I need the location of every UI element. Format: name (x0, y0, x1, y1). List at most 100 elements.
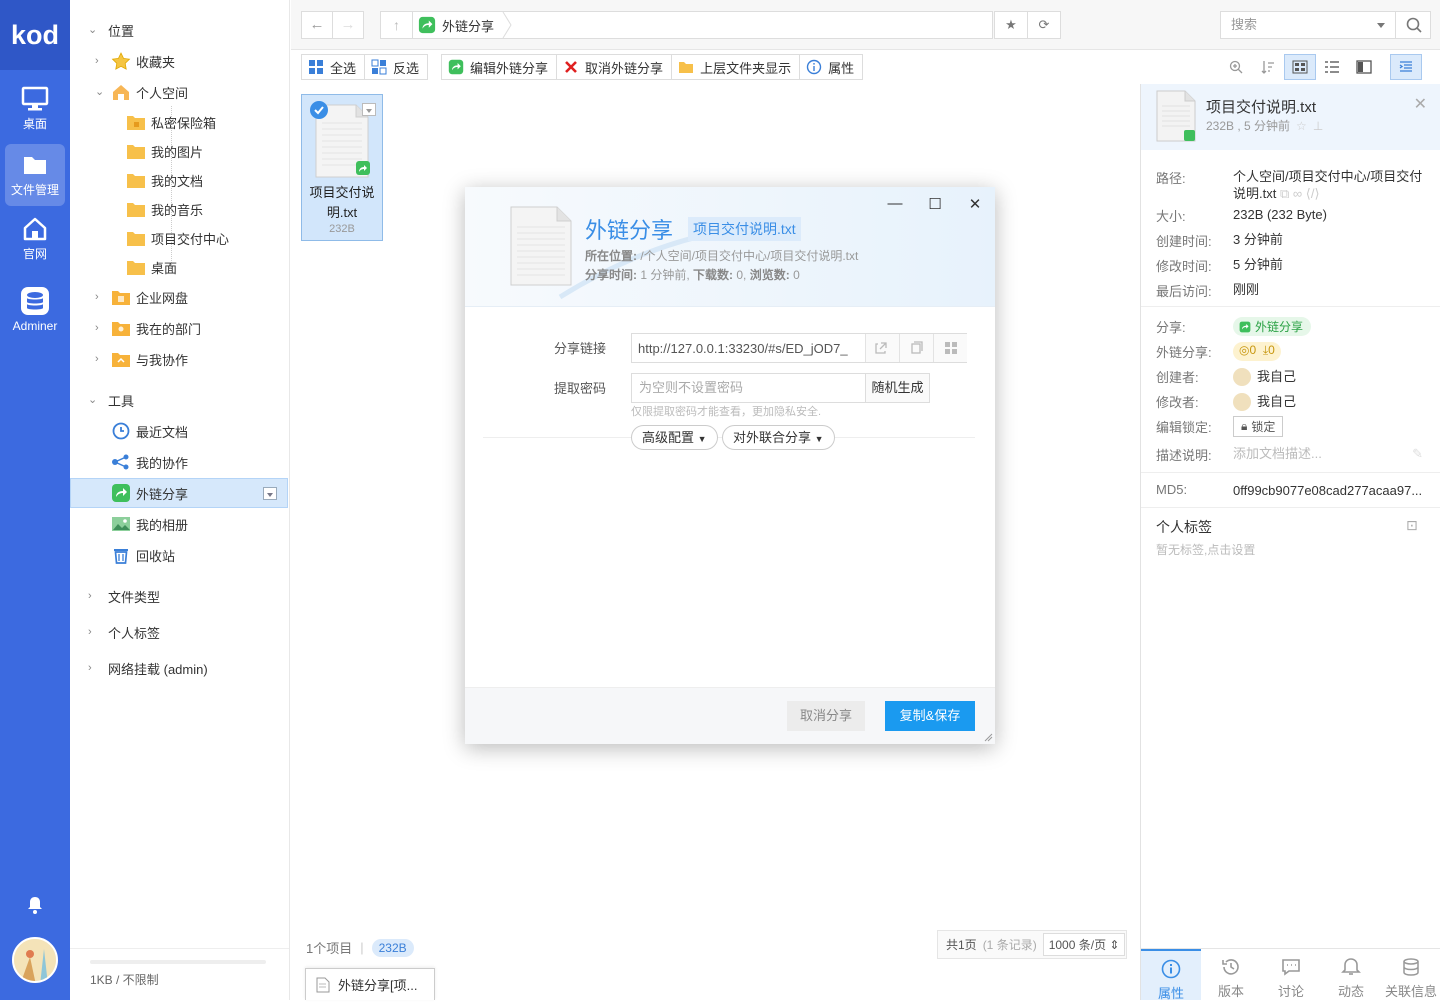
view-list-button[interactable] (1316, 54, 1348, 80)
copy-icon (911, 341, 923, 354)
tree-header-file-types[interactable]: › 文件类型 (70, 581, 288, 611)
open-link-button[interactable] (865, 334, 899, 362)
federated-share-button[interactable]: 对外联合分享 ▼ (722, 425, 835, 450)
zoom-button[interactable] (1220, 54, 1252, 80)
tree-header-location[interactable]: ⌄ 位置 (70, 15, 288, 45)
toggle-panel-button[interactable] (1390, 54, 1422, 80)
forward-button[interactable]: → (332, 11, 364, 39)
link-icon[interactable]: ∞ (1293, 186, 1302, 201)
tree-item-enterprise-disk[interactable]: › 企业网盘 (70, 282, 288, 312)
view-icons-button[interactable] (1284, 54, 1316, 80)
bell-icon[interactable] (27, 896, 43, 914)
qrcode-button[interactable] (933, 334, 967, 362)
tab-properties[interactable]: 属性 (1141, 949, 1201, 1001)
tab-related[interactable]: 关联信息 (1381, 949, 1440, 1000)
grid-check-icon (309, 60, 323, 74)
trash-icon (114, 549, 128, 564)
cancel-share-button[interactable]: 取消外链分享 (556, 54, 673, 80)
edit-icon: ✎ (1412, 446, 1423, 461)
path-field[interactable]: ↑ 外链分享 (380, 11, 993, 39)
per-page-select[interactable]: 1000 条/页 ⇕ (1042, 933, 1126, 956)
tree-item-link-share[interactable]: 外链分享 (70, 478, 288, 508)
rail-item-desktop[interactable]: 桌面 (5, 78, 65, 140)
rail-item-website[interactable]: 官网 (5, 208, 65, 270)
invert-selection-button[interactable]: 反选 (364, 54, 429, 80)
tree-item-delivery-center[interactable]: 项目交付中心 (70, 223, 288, 253)
tree-header-personal-tags[interactable]: › 个人标签 (70, 617, 288, 647)
tree-item-collab-with-me[interactable]: › 与我协作 (70, 344, 288, 374)
back-button[interactable]: ← (301, 11, 333, 39)
description-input[interactable]: 添加文档描述... ✎ (1233, 445, 1423, 464)
tree-item-desktop[interactable]: 桌面 (70, 252, 288, 282)
button-label: 反选 (393, 60, 420, 76)
tags-hint[interactable]: 暂无标签,点击设置 (1156, 541, 1436, 558)
properties-button[interactable]: 属性 (799, 54, 864, 80)
tags-header: 个人标签 ⊡ (1156, 517, 1418, 537)
up-button[interactable]: ↑ (381, 12, 413, 38)
maximize-button[interactable]: ☐ (925, 195, 945, 213)
tree-item-my-pictures[interactable]: 我的图片 (70, 136, 288, 166)
rail-item-file-manager[interactable]: 文件管理 (5, 144, 65, 206)
folder-icon (127, 203, 145, 217)
tree-item-my-documents[interactable]: 我的文档 (70, 165, 288, 195)
tree-header-tools[interactable]: ⌄ 工具 (70, 385, 288, 415)
lock-button[interactable]: 🔒︎ 锁定 (1233, 416, 1284, 437)
monitor-icon (21, 86, 49, 111)
edit-share-button[interactable]: 编辑外链分享 (441, 54, 558, 80)
copy-link-button[interactable] (899, 334, 933, 362)
lock-icon: 🔒︎ (1241, 419, 1248, 433)
advanced-config-button[interactable]: 高级配置 ▼ (631, 425, 718, 450)
pin-icon[interactable]: ⊥ (1313, 119, 1323, 133)
checkbox-checked[interactable] (310, 101, 328, 119)
tree-item-my-music[interactable]: 我的音乐 (70, 194, 288, 224)
search-button[interactable] (1395, 11, 1431, 39)
tab-activity[interactable]: 动态 (1321, 949, 1381, 1000)
tab-versions[interactable]: 版本 (1201, 949, 1261, 1000)
select-all-button[interactable]: 全选 (301, 54, 366, 80)
password-input[interactable]: 为空则不设置密码 (631, 373, 866, 403)
code-icon[interactable]: ⟨/⟩ (1306, 186, 1320, 201)
rail-item-adminer[interactable]: Adminer (5, 278, 65, 340)
item-menu-dropdown[interactable] (263, 487, 277, 500)
crumb-separator-icon (502, 12, 512, 38)
zoom-in-icon (1229, 60, 1243, 74)
tree-item-recent-docs[interactable]: 最近文档 (70, 416, 288, 446)
sort-button[interactable] (1252, 54, 1284, 80)
tree-item-personal-space[interactable]: ⌄ 个人空间 (70, 77, 288, 107)
panel-subtitle: 232B , 5 分钟前 ☆ ⊥ (1206, 118, 1324, 134)
file-tile[interactable]: 项目交付说 明.txt 232B (301, 94, 383, 241)
copy-icon[interactable]: ⧉ (1280, 186, 1289, 201)
bookmark-icon[interactable]: ⊡ (1406, 517, 1418, 537)
close-icon[interactable]: ✕ (1414, 94, 1427, 114)
tree-item-my-album[interactable]: 我的相册 (70, 509, 288, 539)
share-link-field[interactable]: http://127.0.0.1:33230/#s/ED_jOD7_ (631, 333, 967, 363)
minimize-button[interactable]: — (885, 195, 905, 213)
breadcrumb[interactable]: 外链分享 (418, 12, 512, 38)
button-label: 编辑外链分享 (470, 60, 549, 76)
tree-item-recycle-bin[interactable]: 回收站 (70, 540, 288, 570)
refresh-button[interactable]: ⟳ (1027, 11, 1061, 39)
search-input[interactable]: 搜索 (1220, 11, 1396, 39)
tree-item-favorites[interactable]: › 收藏夹 (70, 46, 288, 76)
tree-item-my-collab[interactable]: 我的协作 (70, 447, 288, 477)
close-button[interactable]: ✕ (965, 195, 985, 213)
tree-item-private-vault[interactable]: 私密保险箱 (70, 107, 288, 137)
avatar[interactable] (12, 937, 58, 983)
caret-down-icon (366, 109, 372, 113)
tab-discussion[interactable]: 讨论 (1261, 949, 1321, 1000)
taskbar-item[interactable]: 外链分享[项... (305, 968, 435, 1000)
share-badge[interactable]: 外链分享 (1233, 317, 1312, 336)
cancel-share-button[interactable]: 取消分享 (787, 701, 865, 731)
caret-down-icon[interactable] (1377, 23, 1385, 28)
file-menu-dropdown[interactable] (362, 103, 376, 116)
copy-save-button[interactable]: 复制&保存 (885, 701, 975, 731)
favorite-button[interactable]: ★ (994, 11, 1028, 39)
random-generate-button[interactable]: 随机生成 (865, 373, 930, 403)
tree-item-my-department[interactable]: › 我在的部门 (70, 313, 288, 343)
star-icon[interactable]: ☆ (1296, 119, 1307, 133)
tree-header-network-mount[interactable]: › 网络挂载 (admin) (70, 653, 288, 683)
app-logo[interactable]: kod (0, 0, 70, 70)
parent-folder-display-button[interactable]: 上层文件夹显示 (671, 54, 801, 80)
resize-handle-icon[interactable] (984, 733, 993, 742)
view-split-button[interactable] (1348, 54, 1380, 80)
